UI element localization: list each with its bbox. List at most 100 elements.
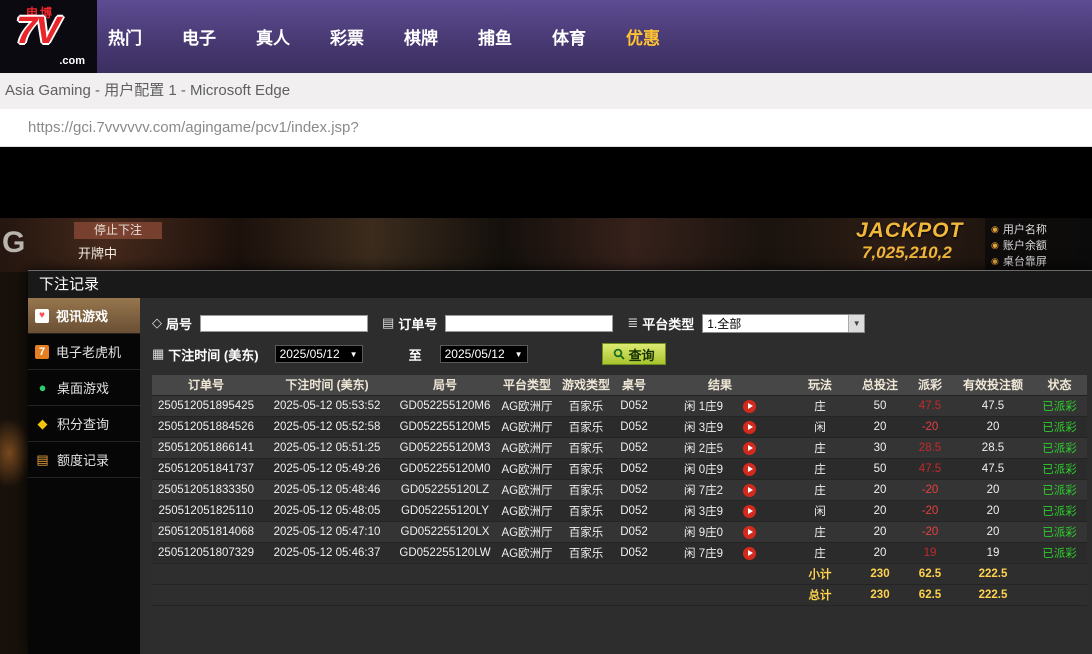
platform-type-select[interactable]: 1.全部 ▼ <box>702 314 865 333</box>
search-button[interactable]: 查询 <box>602 343 666 365</box>
sidebar-item[interactable]: ▤额度记录 <box>28 442 140 478</box>
site-logo[interactable]: 申博 7V .com <box>0 0 97 73</box>
nav-item[interactable]: 捕鱼 <box>478 24 512 49</box>
play-video-icon[interactable] <box>743 505 756 518</box>
play-video-icon[interactable] <box>743 484 756 497</box>
game-type-cell: 百家乐 <box>558 542 614 563</box>
payout-cell: -20 <box>906 416 954 437</box>
order-number-icon: ▤ <box>382 315 394 331</box>
sidebar-item[interactable]: 7电子老虎机 <box>28 334 140 370</box>
play-video-icon[interactable] <box>743 442 756 455</box>
column-header: 平台类型 <box>496 375 558 395</box>
game-type-cell: 百家乐 <box>558 416 614 437</box>
filter-row-1: ◇ 局号 ▤ 订单号 ≣ 平台类型 1.全部 ▼ <box>152 312 1092 334</box>
totals-valid-cell: 222.5 <box>954 563 1032 584</box>
subtotal-row: 小计23062.5222.5 <box>152 563 1087 584</box>
browser-url-bar[interactable]: https://gci.7vvvvvv.com/agingame/pcv1/in… <box>0 109 1092 147</box>
date-to-value: 2025/05/12 <box>445 347 505 361</box>
column-header: 派彩 <box>906 375 954 395</box>
info-label: 用户名称 <box>1003 221 1047 237</box>
sidebar-item[interactable]: ◆积分查询 <box>28 406 140 442</box>
play-video-icon[interactable] <box>743 421 756 434</box>
date-from-select[interactable]: 2025/05/12 ▼ <box>275 345 363 363</box>
chevron-down-icon: ▼ <box>350 350 358 359</box>
order-cell: 250512051895425 <box>152 395 260 416</box>
round-number-label: 局号 <box>166 314 192 333</box>
round-number-input[interactable] <box>200 315 368 332</box>
status-cell: 已派彩 <box>1032 458 1087 479</box>
time-cell: 2025-05-12 05:48:05 <box>260 500 394 521</box>
totals-bet-cell: 230 <box>854 563 906 584</box>
table-row: 2505120518661412025-05-12 05:51:25GD0522… <box>152 437 1087 458</box>
total-row: 总计23062.5222.5 <box>152 584 1087 605</box>
platform-cell: AG欧洲厅 <box>496 479 558 500</box>
column-header: 结果 <box>654 375 786 395</box>
nav-item[interactable]: 热门 <box>108 24 142 49</box>
total-bet-cell: 20 <box>854 416 906 437</box>
totals-bet-cell: 230 <box>854 584 906 605</box>
bet-table-head: 订单号下注时间 (美东)局号平台类型游戏类型桌号结果玩法总投注派彩有效投注额状态 <box>152 375 1087 395</box>
nav-item[interactable]: 体育 <box>552 24 586 49</box>
bet-time-label: 下注时间 (美东) <box>168 345 258 364</box>
result-text: 闲 3庄9 <box>684 506 723 518</box>
platform-cell: AG欧洲厅 <box>496 416 558 437</box>
round-cell: GD052255120LW <box>394 542 496 563</box>
play-video-icon[interactable] <box>743 400 756 413</box>
payout-cell: -20 <box>906 479 954 500</box>
platform-cell: AG欧洲厅 <box>496 542 558 563</box>
table-row: 2505120518140682025-05-12 05:47:10GD0522… <box>152 521 1087 542</box>
column-header: 桌号 <box>614 375 654 395</box>
totals-label-cell: 总计 <box>786 584 854 605</box>
nav-item[interactable]: 电子 <box>182 24 216 49</box>
nav-item[interactable]: 优惠 <box>626 24 660 49</box>
round-cell: GD052255120M0 <box>394 458 496 479</box>
valid-bet-cell: 20 <box>954 521 1032 542</box>
valid-bet-cell: 47.5 <box>954 458 1032 479</box>
payout-cell: 19 <box>906 542 954 563</box>
totals-payout-cell: 62.5 <box>906 563 954 584</box>
platform-cell: AG欧洲厅 <box>496 500 558 521</box>
round-number-icon: ◇ <box>152 315 162 331</box>
play-video-icon[interactable] <box>743 463 756 476</box>
calendar-icon: ▦ <box>152 346 164 362</box>
result-cell: 闲 2庄5 <box>654 437 786 458</box>
total-bet-cell: 30 <box>854 437 906 458</box>
sidebar-item[interactable]: ♥视讯游戏 <box>28 298 140 334</box>
status-cell: 已派彩 <box>1032 416 1087 437</box>
result-cell: 闲 3庄9 <box>654 416 786 437</box>
play-type-cell: 闲 <box>786 416 854 437</box>
nav-item[interactable]: 彩票 <box>330 24 364 49</box>
nav-item[interactable]: 棋牌 <box>404 24 438 49</box>
round-cell: GD052255120LZ <box>394 479 496 500</box>
time-cell: 2025-05-12 05:51:25 <box>260 437 394 458</box>
valid-bet-cell: 19 <box>954 542 1032 563</box>
platform-type-value: 1.全部 <box>707 315 741 332</box>
round-cell: GD052255120M3 <box>394 437 496 458</box>
screen: 申博 7V .com 热门电子真人彩票棋牌捕鱼体育优惠 Asia Gaming … <box>0 0 1092 654</box>
sidebar-item[interactable]: ●桌面游戏 <box>28 370 140 406</box>
round-cell: GD052255120M5 <box>394 416 496 437</box>
slot-machine-icon: 7 <box>35 345 49 359</box>
result-text: 闲 0庄9 <box>684 464 723 476</box>
column-header: 玩法 <box>786 375 854 395</box>
play-video-icon[interactable] <box>743 547 756 560</box>
table-no-cell: D052 <box>614 416 654 437</box>
game-type-cell: 百家乐 <box>558 458 614 479</box>
time-cell: 2025-05-12 05:53:52 <box>260 395 394 416</box>
result-cell: 闲 0庄9 <box>654 458 786 479</box>
platform-cell: AG欧洲厅 <box>496 521 558 542</box>
order-number-input[interactable] <box>445 315 613 332</box>
table-game-icon: ● <box>35 380 50 395</box>
total-bet-cell: 20 <box>854 479 906 500</box>
table-no-cell: D052 <box>614 542 654 563</box>
table-row: 2505120518073292025-05-12 05:46:37GD0522… <box>152 542 1087 563</box>
valid-bet-cell: 47.5 <box>954 395 1032 416</box>
points-diamond-icon: ◆ <box>35 416 50 432</box>
table-no-cell: D052 <box>614 437 654 458</box>
filter-row-2: ▦ 下注时间 (美东) 2025/05/12 ▼ 至 2025/05/12 ▼ … <box>152 343 1092 365</box>
play-video-icon[interactable] <box>743 526 756 539</box>
date-to-select[interactable]: 2025/05/12 ▼ <box>440 345 528 363</box>
nav-item[interactable]: 真人 <box>256 24 290 49</box>
platform-cell: AG欧洲厅 <box>496 395 558 416</box>
payout-cell: -20 <box>906 521 954 542</box>
